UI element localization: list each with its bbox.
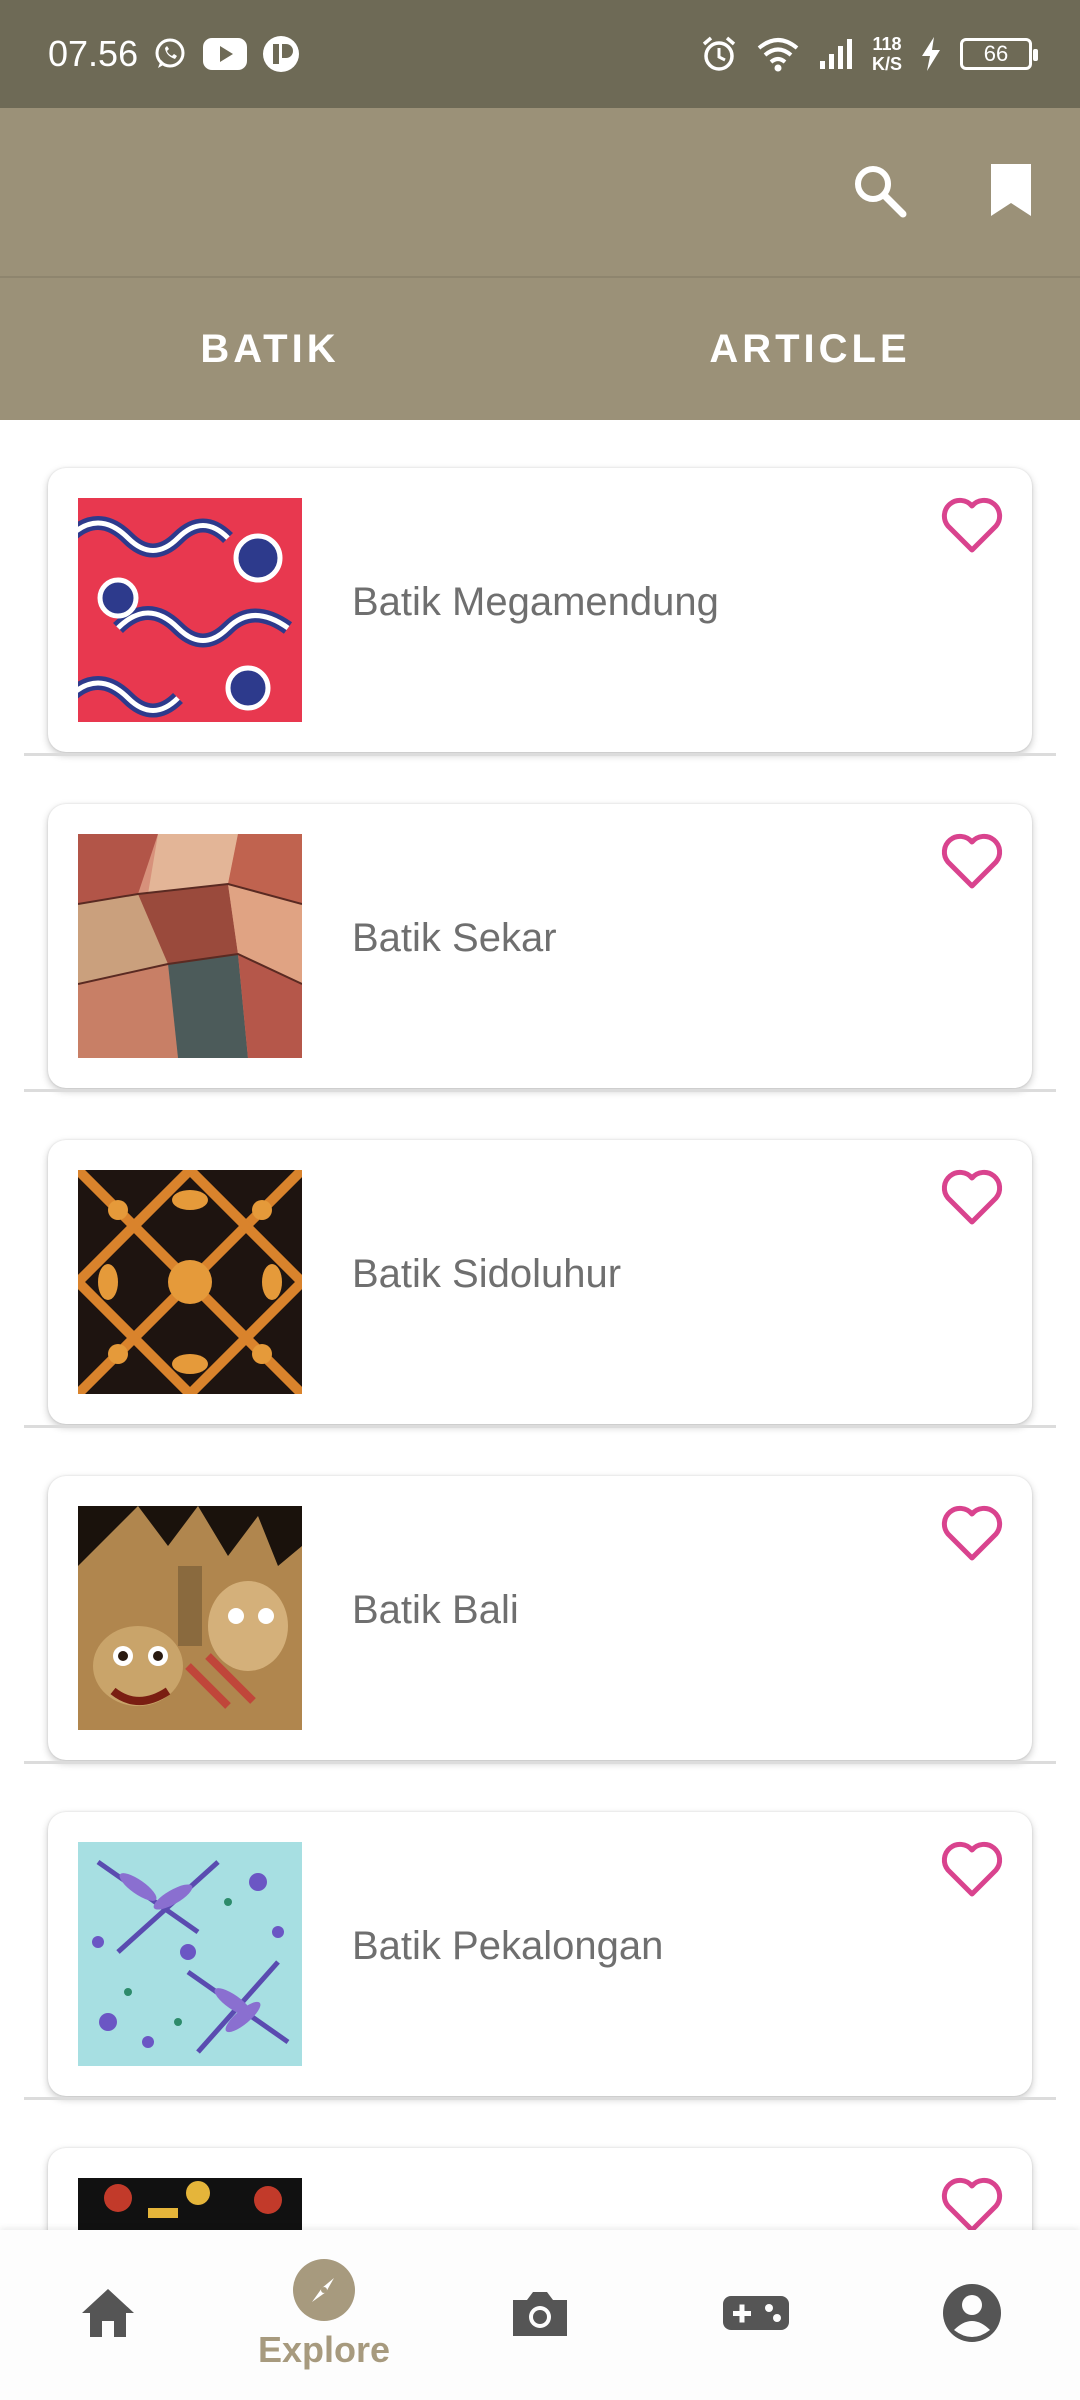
home-icon <box>78 2285 138 2346</box>
signal-icon <box>818 37 854 71</box>
status-bar: 07.56 118 K/S 66 <box>0 0 1080 108</box>
nav-game[interactable] <box>648 2230 864 2400</box>
tab-article[interactable]: ARTICLE <box>540 278 1080 420</box>
nav-home[interactable] <box>0 2230 216 2400</box>
batik-card[interactable]: Batik Megamendung <box>48 468 1032 752</box>
batik-list[interactable]: Batik Megamendung Batik Sekar Batik Sido… <box>0 420 1080 2230</box>
net-speed-unit: K/S <box>871 54 902 74</box>
list-item: Batik Pekalongan <box>0 1764 1080 2100</box>
batik-card[interactable]: Batik Pekalongan <box>48 1812 1032 2096</box>
explore-icon <box>293 2259 355 2321</box>
batik-card[interactable]: Batik Sekar <box>48 804 1032 1088</box>
batik-pekalongan-image <box>78 1842 302 2066</box>
whatsapp-icon <box>152 36 188 72</box>
wifi-icon <box>756 36 800 72</box>
list-item: Batik Sekar <box>0 756 1080 1092</box>
list-item <box>0 2100 1080 2230</box>
app-bar <box>0 108 1080 276</box>
nav-account[interactable] <box>864 2230 1080 2400</box>
battery-indicator: 66 <box>960 38 1038 70</box>
app-notification-icon <box>262 35 300 73</box>
charging-icon <box>920 36 942 72</box>
heart-icon[interactable] <box>940 1840 1004 1900</box>
nav-camera[interactable] <box>432 2230 648 2400</box>
heart-icon[interactable] <box>940 1504 1004 1564</box>
tab-bar: BATIK ARTICLE <box>0 276 1080 420</box>
camera-icon <box>509 2286 571 2345</box>
battery-level: 66 <box>983 41 1009 66</box>
alarm-icon <box>700 35 738 73</box>
batik-title: Batik Sekar <box>352 916 557 960</box>
batik-title: Batik Megamendung <box>352 580 719 624</box>
batik-card[interactable]: Batik Bali <box>48 1476 1032 1760</box>
network-speed: 118 K/S <box>872 34 902 74</box>
batik-bali-image <box>78 1506 302 1730</box>
list-item: Batik Megamendung <box>0 420 1080 756</box>
nav-explore[interactable]: Explore <box>216 2230 432 2400</box>
batik-title: Batik Bali <box>352 1588 519 1632</box>
heart-icon[interactable] <box>940 2176 1004 2230</box>
list-item: Batik Sidoluhur <box>0 1092 1080 1428</box>
youtube-icon <box>202 37 248 71</box>
gamepad-icon <box>721 2292 791 2339</box>
clock: 07.56 <box>48 33 139 74</box>
batik-partial-image <box>78 2178 302 2230</box>
heart-icon[interactable] <box>940 1168 1004 1228</box>
bottom-nav: Explore <box>0 2230 1080 2400</box>
bookmark-icon[interactable] <box>988 161 1034 224</box>
heart-icon[interactable] <box>940 496 1004 556</box>
batik-title: Batik Sidoluhur <box>352 1252 622 1296</box>
net-speed-value: 118 <box>872 34 902 54</box>
nav-explore-label: Explore <box>257 2329 391 2370</box>
tab-batik[interactable]: BATIK <box>0 278 540 420</box>
search-icon[interactable] <box>850 161 908 224</box>
list-item: Batik Bali <box>0 1428 1080 1764</box>
batik-card[interactable]: Batik Sidoluhur <box>48 1140 1032 1424</box>
account-icon <box>941 2282 1003 2349</box>
batik-sidoluhur-image <box>78 1170 302 1394</box>
batik-megamendung-image <box>78 498 302 722</box>
heart-icon[interactable] <box>940 832 1004 892</box>
batik-sekar-image <box>78 834 302 1058</box>
batik-card[interactable] <box>48 2148 1032 2230</box>
batik-title: Batik Pekalongan <box>352 1924 664 1968</box>
